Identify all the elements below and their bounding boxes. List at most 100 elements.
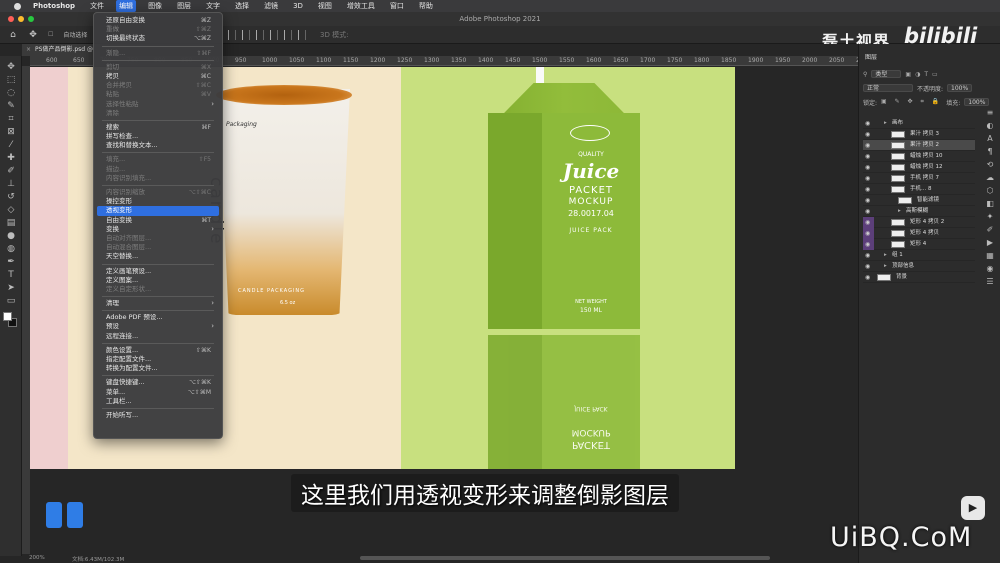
paths-icon[interactable]: ✦ [983,212,997,225]
visibility-eye-icon[interactable]: ◉ [865,272,872,283]
swatches-icon[interactable]: ▦ [983,251,997,264]
channels-icon[interactable]: ◧ [983,199,997,212]
menu-10[interactable]: 窗口 [387,0,407,12]
layer-row[interactable]: ◉ 果汁 拷贝 2 [863,140,975,151]
edit-menu-item[interactable]: 开始听写... [94,411,222,420]
edit-menu-item[interactable]: 预设 › [94,322,222,331]
align-top-icon[interactable] [270,30,278,40]
layer-kind-filter[interactable]: 类型 [871,70,902,78]
align-center-icon[interactable] [242,30,250,40]
eraser-tool-icon[interactable]: ◇ [5,205,17,215]
layer-row[interactable]: ◉ 蜡烛 拷贝 12 [863,162,975,173]
folder-icon[interactable]: ▸ [884,250,887,261]
align-bottom-icon[interactable] [298,30,306,40]
edit-menu-item[interactable]: 定义图案... [94,276,222,285]
layer-row[interactable]: ◉ 矩形 4 拷贝 2 [863,217,975,228]
align-right-icon[interactable] [256,30,264,40]
menu-6[interactable]: 滤镜 [261,0,281,12]
paragraph-icon[interactable]: ¶ [983,147,997,160]
horizontal-scrollbar[interactable] [360,556,770,560]
edit-menu-item[interactable]: 透视变形 [97,206,219,216]
menu-11[interactable]: 帮助 [416,0,436,12]
quick-select-tool-icon[interactable]: ✎ [5,101,17,111]
menu-app[interactable]: Photoshop [30,0,78,12]
visibility-eye-icon[interactable]: ◉ [865,184,872,195]
filter-shape-icon[interactable]: ▭ [932,71,938,78]
visibility-eye-icon[interactable]: ◉ [865,118,872,129]
menu-2[interactable]: 图像 [145,0,165,12]
edit-menu-item[interactable]: 颜色设置... ⇧⌘K [94,346,222,355]
marquee-tool-icon[interactable]: ⬚ [5,75,17,85]
lasso-tool-icon[interactable]: ◌ [5,88,17,98]
menu-4[interactable]: 文字 [203,0,223,12]
fill-value[interactable]: 100% [964,98,990,106]
layer-row[interactable]: ◉ 蜡烛 拷贝 10 [863,151,975,162]
edit-menu-item[interactable]: 拷贝 ⌘C [94,72,222,81]
visibility-eye-icon[interactable]: ◉ [865,261,872,272]
path-select-icon[interactable]: ➤ [5,283,17,293]
document-tab[interactable]: × PS做产品倒影.psd @ [22,44,100,56]
foreground-color-swatch[interactable] [3,312,12,321]
visibility-eye-icon[interactable]: ◉ [865,206,872,217]
visibility-eye-icon[interactable]: ◉ [865,173,872,184]
align-middle-icon[interactable] [284,30,292,40]
edit-menu-item[interactable]: 转换为配置文件... [94,364,222,373]
filter-pixel-icon[interactable]: ▣ [905,71,911,78]
edit-menu-item[interactable]: 清理 › [94,299,222,308]
layer-row[interactable]: ◉ 手机... 8 [863,184,975,195]
edit-menu-item[interactable]: 菜单... ⌥⇧⌘M [94,388,222,397]
eyedropper-tool-icon[interactable]: ⁄ [5,140,17,150]
actions-icon[interactable]: ▶ [983,238,997,251]
lock-icons[interactable]: ▣ ✎ ✥ ⌗ 🔒 [881,98,942,106]
play-icon[interactable]: ▶ [961,496,985,520]
blur-tool-icon[interactable]: ● [5,231,17,241]
visibility-eye-icon[interactable]: ◉ [865,151,872,162]
menu-5[interactable]: 选择 [232,0,252,12]
edit-menu-item[interactable]: 定义画笔预设... [94,267,222,276]
close-tab-icon[interactable]: × [26,46,31,53]
menu-7[interactable]: 3D [290,0,306,12]
visibility-eye-icon[interactable]: ◉ [865,250,872,261]
visibility-eye-icon[interactable]: ◉ [865,239,872,250]
libraries-icon[interactable]: ☁ [983,173,997,186]
history-brush-icon[interactable]: ↺ [5,192,17,202]
layer-row[interactable]: ◉ ▸ 组 1 [863,250,975,261]
folder-icon[interactable]: ▸ [898,206,901,217]
edit-menu-item[interactable]: 变换 › [94,225,222,234]
properties-icon[interactable]: ≡ [983,108,997,121]
layer-row[interactable]: ◉ ▸ 顶部信息 [863,261,975,272]
edit-menu-item[interactable]: 远程连接... [94,332,222,341]
layers-panel-tab[interactable]: 图层 [865,52,877,61]
frame-tool-icon[interactable]: ⊠ [5,127,17,137]
visibility-eye-icon[interactable]: ◉ [865,140,872,151]
styles-icon[interactable]: ☰ [983,277,997,290]
healing-brush-icon[interactable]: ✚ [5,153,17,163]
layer-row[interactable]: ◉ ▸ 画布 [863,118,975,129]
edit-menu-item[interactable]: 指定配置文件... [94,355,222,364]
crop-tool-icon[interactable]: ⌗ [5,114,17,124]
folder-icon[interactable]: ▸ [884,118,887,129]
home-icon[interactable]: ⌂ [8,30,18,40]
menu-0[interactable]: 文件 [87,0,107,12]
layer-row[interactable]: ◉ ▸ 高斯模糊 [863,206,975,217]
edit-menu-item[interactable]: 切换最终状态 ⌥⌘Z [94,34,222,43]
shape-tool-icon[interactable]: ▭ [5,296,17,306]
pen-tool-icon[interactable]: ✒ [5,257,17,267]
stamp-tool-icon[interactable]: ⊥ [5,179,17,189]
opacity-value[interactable]: 100% [947,84,973,92]
color-icon[interactable]: ◉ [983,264,997,277]
menu-9[interactable]: 增效工具 [344,0,378,12]
layer-row[interactable]: ◉ 矩形 4 拷贝 [863,228,975,239]
layer-row[interactable]: ◉ 手机 拷贝 7 [863,173,975,184]
zoom-level[interactable]: 200% [29,555,45,561]
edit-menu-item[interactable]: 键盘快捷键... ⌥⇧⌘K [94,378,222,387]
adjustments-icon[interactable]: ◐ [983,121,997,134]
layer-row[interactable]: ◉ 矩形 4 [863,239,975,250]
move-tool-icon[interactable]: ✥ [28,30,38,40]
visibility-eye-icon[interactable]: ◉ [865,217,872,228]
dodge-tool-icon[interactable]: ◍ [5,244,17,254]
move-tool-icon[interactable]: ✥ [5,62,17,72]
folder-icon[interactable]: ▸ [884,261,887,272]
align-left-icon[interactable] [228,30,236,40]
visibility-eye-icon[interactable]: ◉ [865,195,872,206]
